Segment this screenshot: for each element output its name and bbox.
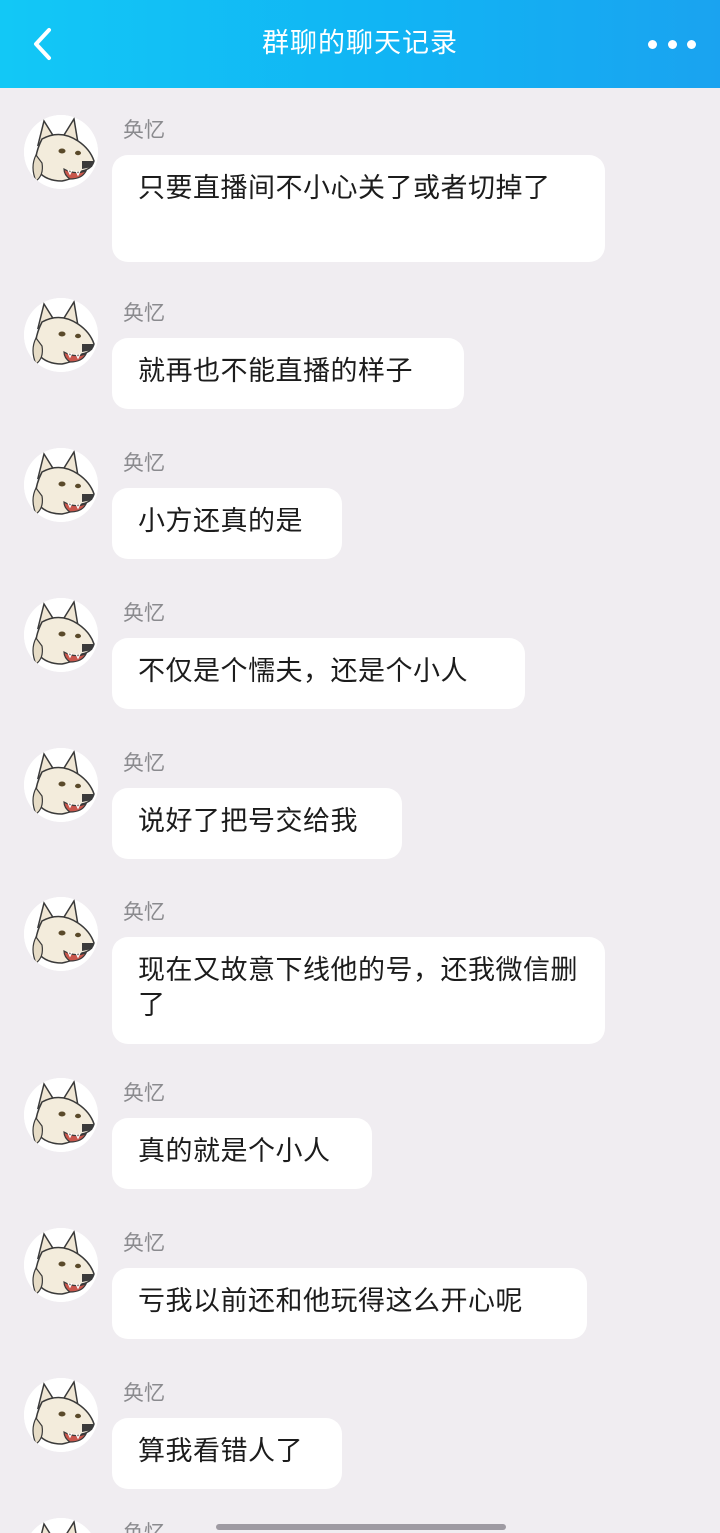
wolf-avatar-icon xyxy=(24,1228,98,1302)
sender-avatar[interactable] xyxy=(24,1228,98,1302)
wolf-avatar-icon xyxy=(24,1378,98,1452)
message-list[interactable]: 奂忆 只要直播间不小心关了或者切掉了 奂忆 就再也不能直播的样子 奂忆 小方还真的是 xyxy=(0,88,720,1533)
message-bubble[interactable]: 只要直播间不小心关了或者切掉了 xyxy=(112,155,605,262)
sender-name: 奂忆 xyxy=(123,751,165,775)
sender-name: 奂忆 xyxy=(123,301,165,325)
wolf-avatar-icon xyxy=(24,598,98,672)
sender-name: 奂忆 xyxy=(123,601,165,625)
page-title: 群聊的聊天记录 xyxy=(262,28,458,59)
wolf-avatar-icon xyxy=(24,897,98,971)
sender-avatar[interactable] xyxy=(24,748,98,822)
sender-name: 奂忆 xyxy=(123,1521,165,1533)
chat-header: 群聊的聊天记录 xyxy=(0,0,720,88)
sender-avatar[interactable] xyxy=(24,115,98,189)
sender-avatar[interactable] xyxy=(24,448,98,522)
wolf-avatar-icon xyxy=(24,448,98,522)
sender-avatar[interactable] xyxy=(24,1378,98,1452)
sender-name: 奂忆 xyxy=(123,900,165,924)
wolf-avatar-icon xyxy=(24,1518,98,1533)
sender-name: 奂忆 xyxy=(123,118,165,142)
message-bubble[interactable]: 就再也不能直播的样子 xyxy=(112,338,464,409)
wolf-avatar-icon xyxy=(24,298,98,372)
home-indicator[interactable] xyxy=(216,1524,506,1530)
more-button[interactable] xyxy=(648,30,696,58)
wolf-avatar-icon xyxy=(24,748,98,822)
message-bubble[interactable]: 亏我以前还和他玩得这么开心呢 xyxy=(112,1268,587,1339)
message-bubble[interactable]: 说好了把号交给我 xyxy=(112,788,402,859)
sender-avatar[interactable] xyxy=(24,298,98,372)
sender-name: 奂忆 xyxy=(123,1231,165,1255)
message-bubble[interactable]: 不仅是个懦夫，还是个小人 xyxy=(112,638,525,709)
sender-name: 奂忆 xyxy=(123,451,165,475)
message-bubble[interactable]: 算我看错人了 xyxy=(112,1418,342,1489)
wolf-avatar-icon xyxy=(24,1078,98,1152)
message-bubble[interactable]: 现在又故意下线他的号，还我微信删了 xyxy=(112,937,605,1044)
message-bubble[interactable]: 小方还真的是 xyxy=(112,488,342,559)
message-bubble[interactable]: 真的就是个小人 xyxy=(112,1118,372,1189)
wolf-avatar-icon xyxy=(24,115,98,189)
more-dots-icon xyxy=(648,39,657,49)
sender-avatar[interactable] xyxy=(24,598,98,672)
sender-name: 奂忆 xyxy=(123,1381,165,1405)
sender-avatar[interactable] xyxy=(24,897,98,971)
sender-avatar[interactable] xyxy=(24,1518,98,1533)
sender-avatar[interactable] xyxy=(24,1078,98,1152)
sender-name: 奂忆 xyxy=(123,1081,165,1105)
